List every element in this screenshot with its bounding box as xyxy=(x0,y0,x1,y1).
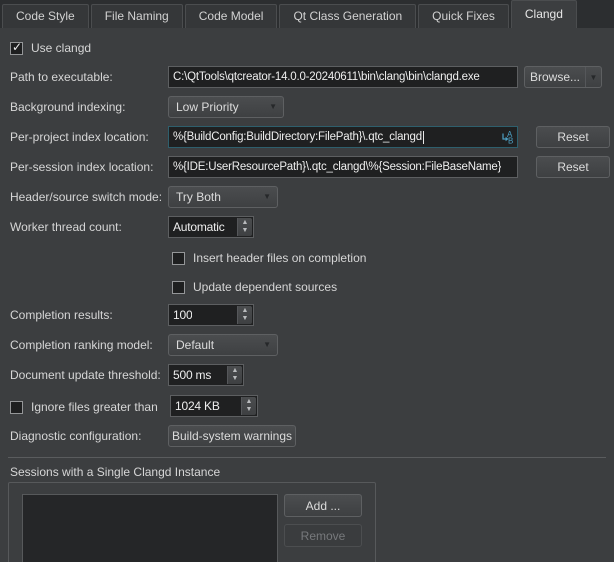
tab-file-naming[interactable]: File Naming xyxy=(91,4,183,28)
browse-dropdown-arrow-icon[interactable]: ▼ xyxy=(585,67,601,87)
add-session-button-label: Add ... xyxy=(306,499,341,513)
spinner-buttons[interactable]: ▲▼ xyxy=(237,218,252,236)
completion-results-spinbox[interactable]: 100 ▲▼ xyxy=(168,304,254,326)
chevron-down-icon: ▼ xyxy=(263,193,271,201)
chevron-down-icon: ▼ xyxy=(269,103,277,111)
separator xyxy=(8,457,606,458)
tab-qt-class-generation[interactable]: Qt Class Generation xyxy=(279,4,416,28)
ranking-model-value: Default xyxy=(176,338,214,352)
switch-mode-value: Try Both xyxy=(176,190,221,204)
tab-label: Qt Class Generation xyxy=(293,9,402,23)
ignore-files-checkbox-row[interactable]: ✓ Ignore files greater than xyxy=(10,399,158,415)
remove-session-button[interactable]: Remove xyxy=(284,524,362,547)
per-session-reset-button[interactable]: Reset xyxy=(536,156,610,178)
completion-results-value: 100 xyxy=(173,308,192,322)
switch-mode-label: Header/source switch mode: xyxy=(10,186,162,208)
tab-label: Code Model xyxy=(199,9,264,23)
browse-button-label: Browse... xyxy=(530,70,580,84)
spinner-buttons[interactable]: ▲▼ xyxy=(241,397,256,415)
spinner-up-icon[interactable]: ▲ xyxy=(242,219,249,227)
executable-path-input[interactable]: C:\QtTools\qtcreator-14.0.0-20240611\bin… xyxy=(168,66,518,88)
spinner-down-icon[interactable]: ▼ xyxy=(242,227,249,235)
reset-button-label: Reset xyxy=(557,130,588,144)
ignore-files-checkbox[interactable]: ✓ xyxy=(10,401,23,414)
add-session-button[interactable]: Add ... xyxy=(284,494,362,517)
background-indexing-label: Background indexing: xyxy=(10,96,125,118)
background-indexing-select[interactable]: Low Priority ▼ xyxy=(168,96,284,118)
tab-code-style[interactable]: Code Style xyxy=(2,4,89,28)
per-project-index-value: %{BuildConfig:BuildDirectory:FilePath}\.… xyxy=(173,131,422,143)
tab-label: File Naming xyxy=(105,9,169,23)
chevron-down-icon: ▼ xyxy=(263,341,271,349)
diagnostic-config-button[interactable]: Build-system warnings xyxy=(168,425,296,447)
spinner-up-icon[interactable]: ▲ xyxy=(246,398,253,406)
background-indexing-value: Low Priority xyxy=(176,100,239,114)
per-session-index-value: %{IDE:UserResourcePath}\.qtc_clangd\%{Se… xyxy=(173,161,501,173)
use-clangd-checkbox-row[interactable]: ✓ Use clangd xyxy=(10,40,91,56)
tab-label: Code Style xyxy=(16,9,75,23)
insert-headers-checkbox-row[interactable]: ✓ Insert header files on completion xyxy=(172,250,366,266)
settings-tabbar: Code Style File Naming Code Model Qt Cla… xyxy=(0,0,614,28)
update-threshold-value: 500 ms xyxy=(173,368,211,382)
insert-headers-label: Insert header files on completion xyxy=(193,251,366,265)
insert-variable-icon[interactable]: A B xyxy=(499,130,514,145)
tab-label: Clangd xyxy=(525,7,563,21)
diagnostic-config-button-label: Build-system warnings xyxy=(172,429,292,443)
svg-text:B: B xyxy=(508,137,513,146)
check-icon: ✓ xyxy=(12,40,22,54)
per-project-index-input[interactable]: %{BuildConfig:BuildDirectory:FilePath}\.… xyxy=(168,126,518,148)
per-project-index-label: Per-project index location: xyxy=(10,126,149,148)
spinner-down-icon[interactable]: ▼ xyxy=(246,406,253,414)
worker-thread-count-value: Automatic xyxy=(173,220,225,234)
use-clangd-checkbox[interactable]: ✓ xyxy=(10,42,23,55)
ranking-model-label: Completion ranking model: xyxy=(10,334,153,356)
insert-headers-checkbox[interactable]: ✓ xyxy=(172,252,185,265)
update-sources-label: Update dependent sources xyxy=(193,280,337,294)
reset-button-label: Reset xyxy=(557,160,588,174)
executable-path-value: C:\QtTools\qtcreator-14.0.0-20240611\bin… xyxy=(173,71,480,83)
update-sources-checkbox-row[interactable]: ✓ Update dependent sources xyxy=(172,279,337,295)
sessions-list[interactable] xyxy=(22,494,278,562)
spinner-buttons[interactable]: ▲▼ xyxy=(237,306,252,324)
switch-mode-select[interactable]: Try Both ▼ xyxy=(168,186,278,208)
tab-clangd[interactable]: Clangd xyxy=(511,0,577,28)
sessions-group-title: Sessions with a Single Clangd Instance xyxy=(10,461,220,483)
completion-results-label: Completion results: xyxy=(10,304,113,326)
ranking-model-select[interactable]: Default ▼ xyxy=(168,334,278,356)
executable-path-label: Path to executable: xyxy=(10,66,113,88)
spinner-up-icon[interactable]: ▲ xyxy=(242,307,249,315)
text-cursor xyxy=(423,131,424,144)
per-session-index-label: Per-session index location: xyxy=(10,156,153,178)
update-sources-checkbox[interactable]: ✓ xyxy=(172,281,185,294)
worker-thread-count-spinbox[interactable]: Automatic ▲▼ xyxy=(168,216,254,238)
spinner-down-icon[interactable]: ▼ xyxy=(232,375,239,383)
tab-label: Quick Fixes xyxy=(432,9,495,23)
tab-code-model[interactable]: Code Model xyxy=(185,4,278,28)
use-clangd-label: Use clangd xyxy=(31,41,91,55)
ignore-files-label: Ignore files greater than xyxy=(31,400,158,414)
tab-quick-fixes[interactable]: Quick Fixes xyxy=(418,4,509,28)
update-threshold-label: Document update threshold: xyxy=(10,364,161,386)
clangd-settings-window: Code Style File Naming Code Model Qt Cla… xyxy=(0,0,614,562)
per-project-reset-button[interactable]: Reset xyxy=(536,126,610,148)
worker-thread-count-label: Worker thread count: xyxy=(10,216,122,238)
spinner-buttons[interactable]: ▲▼ xyxy=(227,366,242,384)
spinner-up-icon[interactable]: ▲ xyxy=(232,367,239,375)
diagnostic-config-label: Diagnostic configuration: xyxy=(10,425,141,447)
ignore-files-size-value: 1024 KB xyxy=(175,399,220,413)
ignore-files-size-spinbox[interactable]: 1024 KB ▲▼ xyxy=(170,395,258,417)
remove-session-button-label: Remove xyxy=(301,529,346,543)
spinner-down-icon[interactable]: ▼ xyxy=(242,315,249,323)
per-session-index-input[interactable]: %{IDE:UserResourcePath}\.qtc_clangd\%{Se… xyxy=(168,156,518,178)
browse-button[interactable]: Browse... ▼ xyxy=(524,66,602,88)
update-threshold-spinbox[interactable]: 500 ms ▲▼ xyxy=(168,364,244,386)
